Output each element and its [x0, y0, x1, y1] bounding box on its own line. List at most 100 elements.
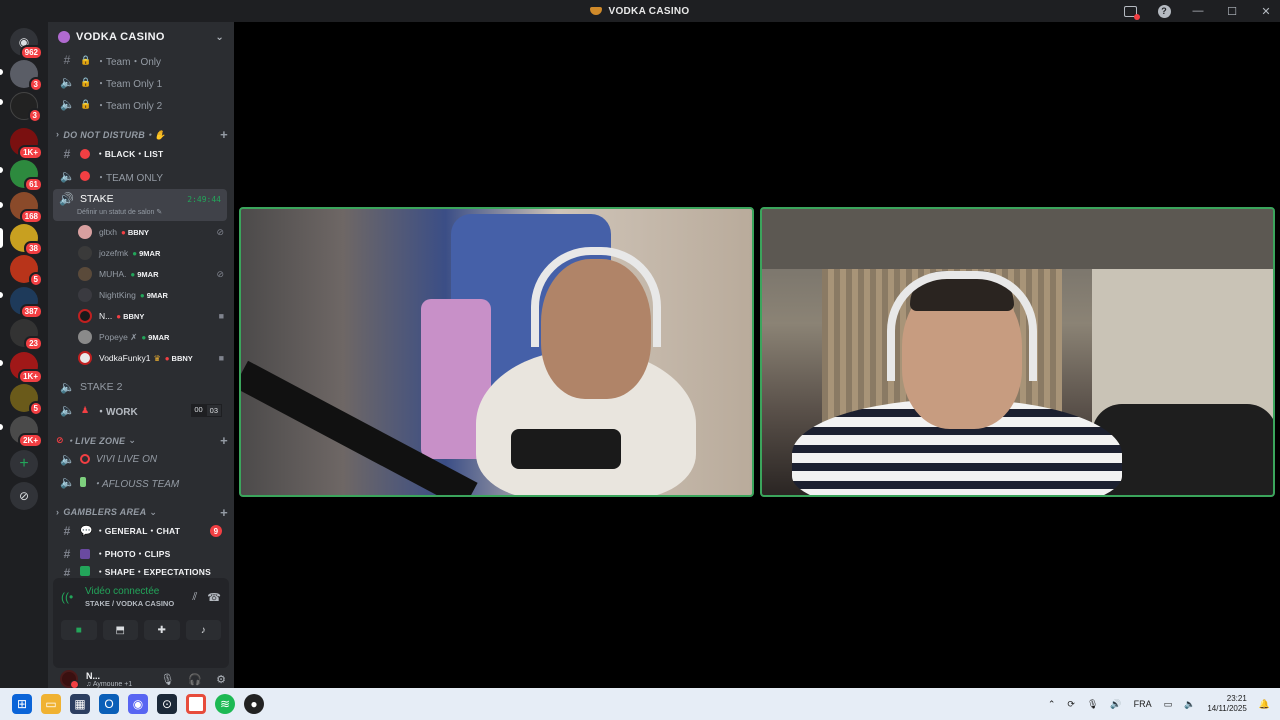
chrome-icon[interactable]	[186, 694, 206, 714]
server-icon[interactable]: 387	[10, 287, 43, 319]
server-icon[interactable]: 168	[10, 192, 43, 224]
category-live-zone[interactable]: ⊘ ・LIVE ZONE ⌄ +	[56, 432, 228, 448]
voice-member[interactable]: NightKing ● 9MAR	[78, 286, 228, 304]
clock[interactable]: 23:21 14/11/2025	[1207, 694, 1246, 714]
channel-aflouss-team[interactable]: 🔈 ・AFLOUSS TEAM	[54, 472, 228, 492]
hash-icon: #	[63, 566, 71, 576]
lock-icon: 🔒	[80, 54, 92, 65]
speaker-icon: 🔈	[60, 97, 75, 111]
discord-icon[interactable]: ◉	[128, 694, 148, 714]
server-rail: ◉ 962 3 3 1K+ 61 168 38 5 387 23 1K+ 5 2K…	[0, 22, 48, 688]
language-indicator[interactable]: FRA	[1134, 699, 1152, 709]
voice-connection-panel: ((• Vidéo connectée STAKE / VODKA CASINO…	[53, 578, 229, 668]
category-do-not-disturb[interactable]: › DO NOT DISTURB・✋ +	[56, 126, 228, 142]
server-icon[interactable]: 5	[10, 255, 43, 287]
channel-team-only[interactable]: # 🔒 ・Team・Only	[54, 50, 228, 70]
steam-icon[interactable]: ⊙	[157, 694, 177, 714]
voice-location[interactable]: STAKE / VODKA CASINO	[85, 599, 174, 608]
channel-stake-active[interactable]: 🔊 STAKE 2:49:44 Définir un statut de salon…	[53, 189, 227, 221]
video-tile-left[interactable]	[239, 207, 754, 497]
muted-icon: ⊘	[216, 226, 224, 237]
voice-member[interactable]: MUHA. ● 9MAR ⊘	[78, 265, 228, 283]
video-tile-right[interactable]	[760, 207, 1275, 497]
server-icon[interactable]: 61	[10, 160, 43, 192]
soundboard-icon: ♪	[200, 624, 206, 636]
store-icon[interactable]: ▦	[70, 694, 90, 714]
activities-button[interactable]: ✚	[144, 620, 180, 640]
category-gamblers-area[interactable]: › GAMBLERS AREA ⌄ +	[56, 504, 228, 520]
channel-black-list[interactable]: # ・BLACK・LIST	[54, 144, 228, 164]
music-icon: ♫	[86, 680, 92, 688]
outlook-icon[interactable]: O	[99, 694, 119, 714]
bottle-icon	[80, 477, 86, 487]
screen-share-button[interactable]: ⬒	[102, 620, 138, 640]
help-icon[interactable]: ?	[1156, 3, 1172, 19]
microphone-icon[interactable]: 🎙	[160, 673, 174, 686]
spotify-icon[interactable]: ≋	[215, 694, 235, 714]
avatar[interactable]	[60, 670, 79, 688]
channel-team-only-voice[interactable]: 🔈 ・TEAM ONLY	[54, 166, 228, 186]
channel-work[interactable]: 🔈 ♟ ・WORK 00 03	[54, 400, 228, 420]
settings-gear-icon[interactable]: ⚙	[216, 673, 226, 686]
disconnect-icon[interactable]: ☎	[207, 591, 221, 604]
user-limit-badge: 00 03	[191, 403, 222, 417]
hash-icon: #	[63, 147, 71, 161]
server-icon[interactable]: 5	[10, 384, 43, 416]
server-icon[interactable]: 3	[10, 92, 42, 123]
voice-member[interactable]: gltxh ● BBNY ⊘	[78, 223, 228, 241]
add-channel-icon[interactable]: +	[220, 127, 228, 142]
soundboard-button[interactable]: ♪	[185, 620, 221, 640]
voice-member[interactable]: N... ● BBNY ■	[78, 307, 228, 325]
microphone-icon[interactable]: 🎙	[1087, 699, 1098, 710]
vodka-casino-server-icon[interactable]: 38	[10, 224, 43, 256]
add-server-icon[interactable]: +	[10, 450, 38, 478]
camera-toggle-button[interactable]: ■	[61, 620, 97, 640]
camera-icon: ■	[75, 624, 82, 636]
server-icon[interactable]: 23	[10, 319, 43, 351]
set-channel-status[interactable]: Définir un statut de salon	[77, 209, 154, 216]
speech-bubble-icon: 💬	[80, 525, 93, 537]
inbox-icon[interactable]	[1122, 3, 1140, 20]
speaker-icon: 🔈	[60, 75, 75, 89]
channel-team-only-1[interactable]: 🔈 🔒 ・Team Only 1	[54, 72, 228, 92]
speaker-icon[interactable]: 🔈	[1184, 699, 1195, 710]
voice-member[interactable]: Popeye ✗ ● 9MAR	[78, 328, 228, 346]
lock-icon: 🔒	[80, 98, 92, 109]
username[interactable]: N...	[86, 671, 132, 681]
no-entry-icon	[80, 171, 90, 181]
voice-member[interactable]: jozefmk ● 9MAR	[78, 244, 228, 262]
channel-photo-clips[interactable]: # ・PHOTO・CLIPS	[54, 544, 228, 564]
channel-general-chat[interactable]: # 💬 ・GENERAL・CHAT 9	[54, 521, 228, 541]
minimize-button[interactable]: —	[1190, 3, 1206, 19]
ceiling	[762, 209, 1273, 269]
sync-icon[interactable]: ⟳	[1067, 699, 1075, 710]
channel-shape-expectations[interactable]: # ・SHAPE・EXPECTATIONS	[54, 566, 228, 576]
volume-icon[interactable]: 🔊	[1110, 699, 1121, 710]
channel-vivi-live-on[interactable]: 🔈 VIVI LIVE ON	[54, 449, 228, 469]
channel-team-only-2[interactable]: 🔈 🔒 ・Team Only 2	[54, 94, 228, 114]
add-channel-icon[interactable]: +	[220, 433, 228, 448]
server-icon[interactable]: 3	[10, 60, 43, 92]
server-folder-icon[interactable]: 2K+	[10, 416, 43, 448]
maximize-button[interactable]: ☐	[1224, 3, 1240, 19]
direct-messages-button[interactable]: ◉ 962	[10, 28, 43, 60]
headset-icon	[531, 247, 661, 347]
channel-stake-2[interactable]: 🔈 STAKE 2	[54, 377, 228, 397]
server-icon[interactable]: 1K+	[10, 352, 43, 384]
app-icon[interactable]: ●	[244, 694, 264, 714]
file-explorer-icon[interactable]: ▭	[41, 694, 61, 714]
headphones-icon[interactable]: 🎧	[188, 673, 202, 686]
discover-icon[interactable]: ⊘	[10, 482, 38, 510]
voice-status[interactable]: Vidéo connectée	[85, 586, 174, 597]
close-button[interactable]: ✕	[1258, 3, 1274, 19]
add-channel-icon[interactable]: +	[220, 505, 228, 520]
chevron-up-icon[interactable]: ⌃	[1048, 699, 1056, 710]
noise-suppression-icon[interactable]: ⫽	[192, 591, 197, 604]
signal-icon[interactable]: ((•	[61, 590, 77, 604]
notification-bell-icon[interactable]: 🔔	[1259, 699, 1270, 710]
network-icon[interactable]: ▭	[1164, 699, 1173, 710]
voice-member[interactable]: VodkaFunky1 ♛ ● BBNY ■	[78, 349, 228, 367]
server-icon[interactable]: 1K+	[10, 128, 43, 160]
guild-header[interactable]: VODKA CASINO ⌄	[48, 22, 234, 52]
start-windows-icon[interactable]: ⊞	[12, 694, 32, 714]
